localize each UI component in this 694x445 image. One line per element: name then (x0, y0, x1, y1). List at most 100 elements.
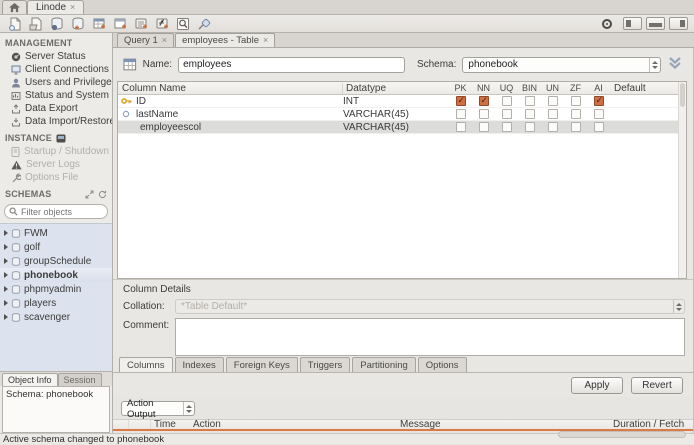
close-icon[interactable] (162, 36, 167, 45)
expander-icon[interactable] (4, 244, 8, 250)
un-checkbox[interactable] (547, 122, 558, 132)
subtab-triggers[interactable]: Triggers (299, 357, 351, 372)
expander-icon[interactable] (4, 230, 8, 236)
subtab-partitioning[interactable]: Partitioning (352, 357, 416, 372)
header-time[interactable]: Time (151, 419, 193, 430)
collation-select[interactable]: *Table Default* (175, 299, 685, 314)
header-action[interactable]: Action (193, 419, 400, 430)
header-zf[interactable]: ZF (564, 83, 587, 93)
ai-checkbox[interactable] (593, 95, 604, 106)
home-tab[interactable] (2, 0, 27, 14)
column-name-cell[interactable]: lastName (134, 109, 342, 120)
header-bin[interactable]: BIN (518, 83, 541, 93)
uq-checkbox[interactable] (501, 96, 512, 106)
sidebar-item-server-logs[interactable]: Server Logs (0, 158, 112, 171)
header-nn[interactable]: NN (472, 83, 495, 93)
ai-checkbox[interactable] (593, 122, 604, 132)
close-icon[interactable] (263, 36, 268, 45)
bin-checkbox[interactable] (524, 122, 535, 132)
datatype-cell[interactable]: VARCHAR(45) (342, 122, 449, 133)
create-view-icon[interactable] (111, 16, 128, 32)
schema-item-scavenger[interactable]: scavenger (0, 310, 112, 324)
create-function-icon[interactable] (153, 16, 170, 32)
sidebar-item-status-system-variables[interactable]: Status and System Variables (0, 89, 112, 102)
header-column-name[interactable]: Column Name (118, 83, 342, 94)
nn-checkbox[interactable] (478, 95, 489, 106)
grid-vertical-scrollbar[interactable] (678, 82, 686, 278)
subtab-foreign-keys[interactable]: Foreign Keys (225, 357, 298, 372)
nn-checkbox[interactable] (478, 109, 489, 119)
header-message[interactable]: Message (400, 419, 613, 430)
revert-button[interactable]: Revert (631, 376, 683, 394)
zf-checkbox[interactable] (570, 109, 581, 119)
pk-checkbox[interactable] (455, 109, 466, 119)
schema-select[interactable]: phonebook (462, 56, 661, 73)
bin-checkbox[interactable] (524, 109, 535, 119)
output-selector[interactable]: Action Output (121, 398, 195, 420)
create-procedure-icon[interactable] (132, 16, 149, 32)
tab-query-1[interactable]: Query 1 (117, 33, 175, 47)
bin-checkbox[interactable] (524, 96, 535, 106)
expander-icon[interactable] (4, 300, 8, 306)
schema-item-phpmyadmin[interactable]: phpmyadmin (0, 282, 112, 296)
sidebar-item-options-file[interactable]: Options File (0, 171, 112, 184)
datatype-cell[interactable]: INT (342, 96, 449, 107)
schema-item-groupschedule[interactable]: groupSchedule (0, 254, 112, 268)
create-schema-icon[interactable] (69, 16, 86, 32)
expander-icon[interactable] (4, 286, 8, 292)
header-datatype[interactable]: Datatype (342, 82, 449, 94)
pk-checkbox[interactable] (455, 95, 466, 106)
zf-checkbox[interactable] (570, 96, 581, 106)
pk-checkbox[interactable] (455, 122, 466, 132)
collapse-header-button[interactable] (667, 56, 683, 73)
sidebar-item-data-export[interactable]: Data Export (0, 102, 112, 115)
uq-checkbox[interactable] (501, 122, 512, 132)
expander-icon[interactable] (4, 272, 8, 278)
toggle-sidebar-panel-button[interactable] (623, 17, 642, 30)
connection-tab-linode[interactable]: Linode (27, 0, 85, 14)
toggle-secondary-sidebar-button[interactable] (669, 17, 688, 30)
sidebar-item-data-import-restore[interactable]: Data Import/Restore (0, 115, 112, 128)
datatype-cell[interactable]: VARCHAR(45) (342, 109, 449, 120)
expander-icon[interactable] (4, 314, 8, 320)
nn-checkbox[interactable] (478, 122, 489, 132)
column-name-cell[interactable]: ID (134, 96, 342, 107)
horizontal-scrollbar-thumb[interactable] (558, 431, 686, 438)
ai-checkbox[interactable] (593, 109, 604, 119)
toggle-output-panel-button[interactable] (646, 17, 665, 30)
column-row-lastname[interactable]: lastName VARCHAR(45) (118, 108, 686, 121)
sidebar-item-startup-shutdown[interactable]: Startup / Shutdown (0, 145, 112, 158)
schema-item-players[interactable]: players (0, 296, 112, 310)
header-default[interactable]: Default (610, 83, 686, 94)
schema-item-fwm[interactable]: FWM (0, 226, 112, 240)
column-row-employeescol[interactable]: employeescol VARCHAR(45) (118, 121, 686, 134)
open-sql-script-icon[interactable] (27, 16, 44, 32)
new-query-tab-icon[interactable] (6, 16, 23, 32)
header-pk[interactable]: PK (449, 83, 472, 93)
tab-object-info[interactable]: Object Info (2, 373, 58, 386)
un-checkbox[interactable] (547, 96, 558, 106)
schema-item-phonebook[interactable]: phonebook (0, 268, 112, 282)
un-checkbox[interactable] (547, 109, 558, 119)
search-table-data-icon[interactable] (174, 16, 191, 32)
expand-schemas-icon[interactable] (85, 190, 94, 199)
reconnect-dbms-icon[interactable] (195, 16, 212, 32)
refresh-schemas-icon[interactable] (98, 190, 107, 199)
header-un[interactable]: UN (541, 83, 564, 93)
sidebar-item-client-connections[interactable]: Client Connections (0, 63, 112, 76)
header-ai[interactable]: AI (587, 83, 610, 93)
tab-session[interactable]: Session (57, 373, 102, 386)
uq-checkbox[interactable] (501, 109, 512, 119)
apply-button[interactable]: Apply (571, 376, 623, 394)
tab-employees-table[interactable]: employees - Table (175, 33, 276, 47)
subtab-columns[interactable]: Columns (119, 357, 173, 372)
subtab-indexes[interactable]: Indexes (174, 357, 224, 372)
table-name-input[interactable] (178, 56, 405, 73)
close-icon[interactable] (70, 3, 75, 12)
header-duration-fetch[interactable]: Duration / Fetch (613, 419, 693, 430)
column-row-id[interactable]: ID INT (118, 95, 686, 108)
zf-checkbox[interactable] (570, 122, 581, 132)
schema-filter-input[interactable] (21, 206, 101, 217)
sidebar-item-users-and-privileges[interactable]: Users and Privileges (0, 76, 112, 89)
schema-inspector-icon[interactable] (48, 16, 65, 32)
